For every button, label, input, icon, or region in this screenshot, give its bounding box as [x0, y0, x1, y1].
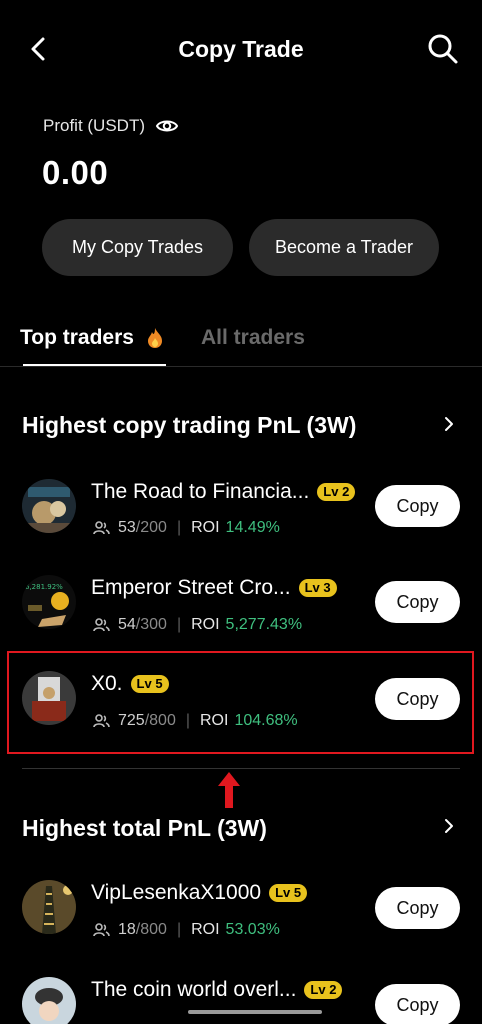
roi-label: ROI: [191, 616, 220, 633]
trader-name-line: VipLesenkaX1000 Lv 5: [91, 881, 308, 905]
section-title-copy-pnl: Highest copy trading PnL (3W): [22, 412, 357, 438]
become-trader-button[interactable]: Become a Trader: [249, 219, 439, 276]
trader-stats: 18 /800 | ROI 53.03%: [93, 921, 280, 939]
chevron-right-icon[interactable]: [442, 816, 456, 836]
level-badge: Lv 3: [298, 579, 337, 597]
profit-value: 0.00: [42, 154, 109, 191]
copier-count: 18: [118, 921, 136, 938]
red-up-arrow-icon: [218, 772, 240, 808]
profit-label-text: Profit (USDT): [43, 116, 145, 135]
page-title: Copy Trade: [178, 36, 304, 62]
copy-button[interactable]: Copy: [375, 581, 460, 623]
trader-name: The coin world overl...: [91, 978, 297, 1001]
svg-text:6,281.92%: 6,281.92%: [25, 583, 63, 591]
flame-icon: [147, 328, 162, 348]
roi-label: ROI: [191, 921, 220, 938]
tab-top-traders[interactable]: Top traders: [20, 326, 164, 350]
stats-separator: |: [176, 921, 182, 938]
chevron-right-icon[interactable]: [442, 414, 456, 434]
copy-button[interactable]: Copy: [375, 887, 460, 929]
stats-separator: |: [176, 616, 182, 633]
level-badge: Lv 5: [269, 884, 308, 902]
trader-row[interactable]: 6,281.92% Emperor Street Cro... Lv 3 54 …: [0, 558, 482, 648]
trader-name-line: The coin world overl... Lv 2: [91, 978, 343, 1002]
trader-name: Emperor Street Cro...: [91, 576, 291, 599]
trader-avatar: 6,281.92%: [22, 575, 76, 629]
users-icon: [93, 521, 110, 535]
trader-name: VipLesenkaX1000: [91, 881, 262, 904]
trader-avatar: [22, 479, 76, 533]
roi-value: 14.49%: [225, 519, 280, 536]
nav-bar: Copy Trade: [0, 22, 482, 78]
tab-top-traders-label: Top traders: [20, 326, 134, 349]
my-copy-trades-button[interactable]: My Copy Trades: [42, 219, 233, 276]
section-divider: [22, 768, 460, 769]
trader-row[interactable]: VipLesenkaX1000 Lv 5 18 /800 | ROI 53.03…: [0, 863, 482, 953]
copier-max: /800: [135, 921, 167, 938]
home-indicator[interactable]: [188, 1010, 322, 1014]
level-badge: Lv 2: [304, 981, 343, 999]
copier-count: 54: [118, 616, 136, 633]
stats-separator: |: [176, 519, 182, 536]
roi-label: ROI: [191, 519, 220, 536]
profit-label: Profit (USDT): [43, 114, 179, 138]
trader-row[interactable]: The coin world overl... Lv 2 Copy: [0, 960, 482, 1024]
trader-name-line: The Road to Financia... Lv 2: [91, 480, 356, 504]
status-icons: [290, 0, 420, 4]
trader-stats: 54 /300 | ROI 5,277.43%: [93, 616, 302, 634]
trader-avatar: [22, 977, 76, 1024]
users-icon: [93, 618, 110, 632]
trader-stats: 53 /200 | ROI 14.49%: [93, 519, 280, 537]
trader-name: The Road to Financia...: [91, 480, 310, 503]
highlight-box: [7, 651, 474, 754]
roi-value: 53.03%: [225, 921, 280, 938]
copier-max: /300: [135, 616, 167, 633]
trader-row[interactable]: The Road to Financia... Lv 2 53 /200 | R…: [0, 462, 482, 552]
trader-avatar: [22, 880, 76, 934]
level-badge: Lv 2: [317, 483, 356, 501]
search-icon[interactable]: [426, 32, 460, 66]
status-bar: [0, 0, 482, 10]
users-icon: [93, 923, 110, 937]
roi-value: 5,277.43%: [225, 616, 303, 633]
copy-button[interactable]: Copy: [375, 984, 460, 1024]
copier-max: /200: [135, 519, 167, 536]
tabs-divider: [0, 366, 482, 367]
copy-button[interactable]: Copy: [375, 485, 460, 527]
section-title-total-pnl: Highest total PnL (3W): [22, 815, 267, 841]
trader-name-line: Emperor Street Cro... Lv 3: [91, 576, 337, 600]
copier-count: 53: [118, 519, 136, 536]
eye-icon[interactable]: [155, 114, 179, 138]
trader-tabs: Top traders All traders: [0, 324, 482, 368]
tab-all-traders[interactable]: All traders: [201, 326, 305, 350]
